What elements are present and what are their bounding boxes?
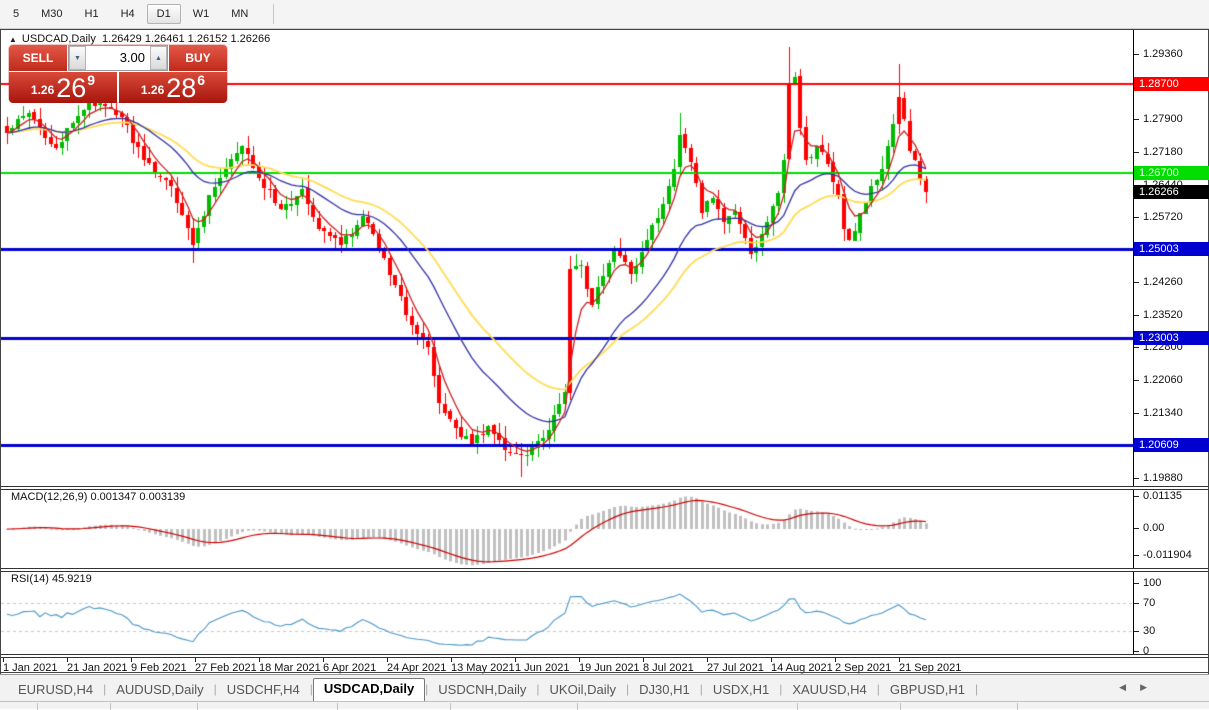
timeframe-button-H4[interactable]: H4 [111,4,145,24]
rsi-canvas[interactable] [1,572,1133,654]
timeframe-button-D1[interactable]: D1 [146,4,181,24]
tab-usdcnh-daily[interactable]: USDCNH,Daily [428,680,536,701]
price-tick-label: 1.27180 [1143,146,1183,158]
chart-window: 1.293601.286401.279001.271801.264401.257… [0,29,1209,674]
timeframe-toolbar: 5 M30 H1 H4 D1 W1 MN [0,0,1209,29]
price-tick [1134,282,1139,283]
sell-button[interactable]: SELL [9,45,67,71]
tab-audusd-daily[interactable]: AUDUSD,Daily [106,680,213,701]
timeframe-buttons: 5 M30 H1 H4 D1 W1 MN [0,4,259,24]
chart-window-bottom-border [1,672,1208,673]
timeframe-button-5[interactable]: 5 [3,4,29,24]
rsi-scale-label: 30 [1143,625,1156,637]
tab-dj30-h1[interactable]: DJ30,H1 [629,680,700,701]
price-line-label: 1.25003 [1134,242,1209,256]
tab-separator: | [975,682,979,696]
macd-axis: 0.01135 0.00 -0.011904 [1133,490,1208,568]
price-tick-label: 1.29360 [1143,48,1183,60]
price-tick [1134,54,1139,55]
price-tick-label: 1.21340 [1143,407,1183,419]
timeframe-button-H1[interactable]: H1 [75,4,109,24]
volume-stepper: ▼ 3.00 ▲ [68,45,168,71]
volume-input[interactable]: 3.00 [86,46,150,70]
rsi-tick [1134,603,1139,604]
price-tick [1134,413,1139,414]
price-line-label: 1.23003 [1134,331,1209,345]
macd-tick [1134,496,1139,497]
price-tick [1134,119,1139,120]
macd-scale-label: -0.011904 [1143,549,1192,561]
chart-title: ▲ USDCAD,Daily 1.26429 1.26461 1.26152 1.… [9,33,270,45]
one-click-trading-panel: SELL ▼ 3.00 ▲ BUY 1.26 26 9 1.26 28 6 [9,45,227,103]
buy-price-button[interactable]: 1.26 28 6 [119,72,227,103]
price-tick [1134,217,1139,218]
macd-label: MACD(12,26,9) 0.001347 0.003139 [11,491,186,503]
price-tick-label: 1.27900 [1143,113,1183,125]
sell-price-sup: 9 [87,72,96,88]
tab-scroll-arrows: ◀▶ [1119,682,1161,693]
buy-price-big: 28 [166,73,197,103]
timeframe-button-MN[interactable]: MN [221,4,258,24]
price-tick-label: 1.25720 [1143,211,1183,223]
sell-price-button[interactable]: 1.26 26 9 [9,72,117,103]
volume-decrease-button[interactable]: ▼ [69,46,86,70]
symbol-tabs: EURUSD,H4 | AUDUSD,Daily | USDCHF,H4 | USDCAD,… [8,678,978,701]
macd-tick [1134,555,1139,556]
buy-price-prefix: 1.26 [140,83,165,97]
trade-panel-top-row: SELL ▼ 3.00 ▲ BUY [9,45,227,71]
macd-scale-label: 0.01135 [1143,490,1182,502]
price-tick-label: 1.23520 [1143,309,1183,321]
price-tick-label: 1.22060 [1143,374,1183,386]
trade-panel-price-row: 1.26 26 9 1.26 28 6 [9,72,227,103]
rsi-tick [1134,631,1139,632]
buy-button[interactable]: BUY [169,45,227,71]
rsi-tick [1134,651,1139,652]
tab-usdcad-daily[interactable]: USDCAD,Daily [312,678,426,701]
macd-scale-label: 0.00 [1143,522,1165,534]
tab-eurusd-h4[interactable]: EURUSD,H4 [8,680,103,701]
sell-price-prefix: 1.26 [30,83,55,97]
rsi-tick [1134,583,1139,584]
price-line-label: 1.20609 [1134,438,1209,452]
status-bar [0,701,1209,710]
timeframe-button-M30[interactable]: M30 [31,4,72,24]
collapse-panel-icon[interactable]: ▲ [9,35,17,44]
price-tick [1134,315,1139,316]
rsi-label: RSI(14) 45.9219 [11,573,92,585]
chart-title-symbol: USDCAD,Daily [21,33,96,45]
tab-gbpusd-h1[interactable]: GBPUSD,H1 [880,680,975,701]
timeframe-button-W1[interactable]: W1 [183,4,220,24]
rsi-scale-label: 100 [1143,577,1162,589]
rsi-axis: 100 70 30 0 [1133,572,1208,657]
tab-usdx-h1[interactable]: USDX,H1 [703,680,779,701]
tab-xauusd-h4[interactable]: XAUUSD,H4 [782,680,876,701]
tab-usdchf-h4[interactable]: USDCHF,H4 [217,680,310,701]
symbol-tab-bar: EURUSD,H4 | AUDUSD,Daily | USDCHF,H4 | USDCAD,… [0,674,1209,701]
price-line-label: 1.28700 [1134,77,1209,91]
price-tick [1134,478,1139,479]
tab-scroll-right-icon[interactable]: ▶ [1140,682,1161,692]
price-tick [1134,380,1139,381]
price-tick-label: 1.19880 [1143,472,1183,484]
buy-price-sup: 6 [197,72,206,88]
tab-scroll-left-icon[interactable]: ◀ [1119,682,1140,692]
chart-title-ohlc: 1.26429 1.26461 1.26152 1.26266 [102,33,271,45]
current-price-label: 1.26266 [1134,185,1209,199]
sell-price-big: 26 [56,73,87,103]
price-line-label: 1.26700 [1134,166,1209,180]
tab-ukoil-daily[interactable]: UKOil,Daily [540,680,626,701]
price-tick-label: 1.24260 [1143,276,1183,288]
rsi-scale-label: 70 [1143,597,1156,609]
toolbar-separator [273,4,275,24]
price-axis: 1.293601.286401.279001.271801.264401.257… [1133,30,1209,486]
price-tick [1134,152,1139,153]
volume-increase-button[interactable]: ▲ [150,46,167,70]
macd-tick [1134,528,1139,529]
price-tick [1134,347,1139,348]
